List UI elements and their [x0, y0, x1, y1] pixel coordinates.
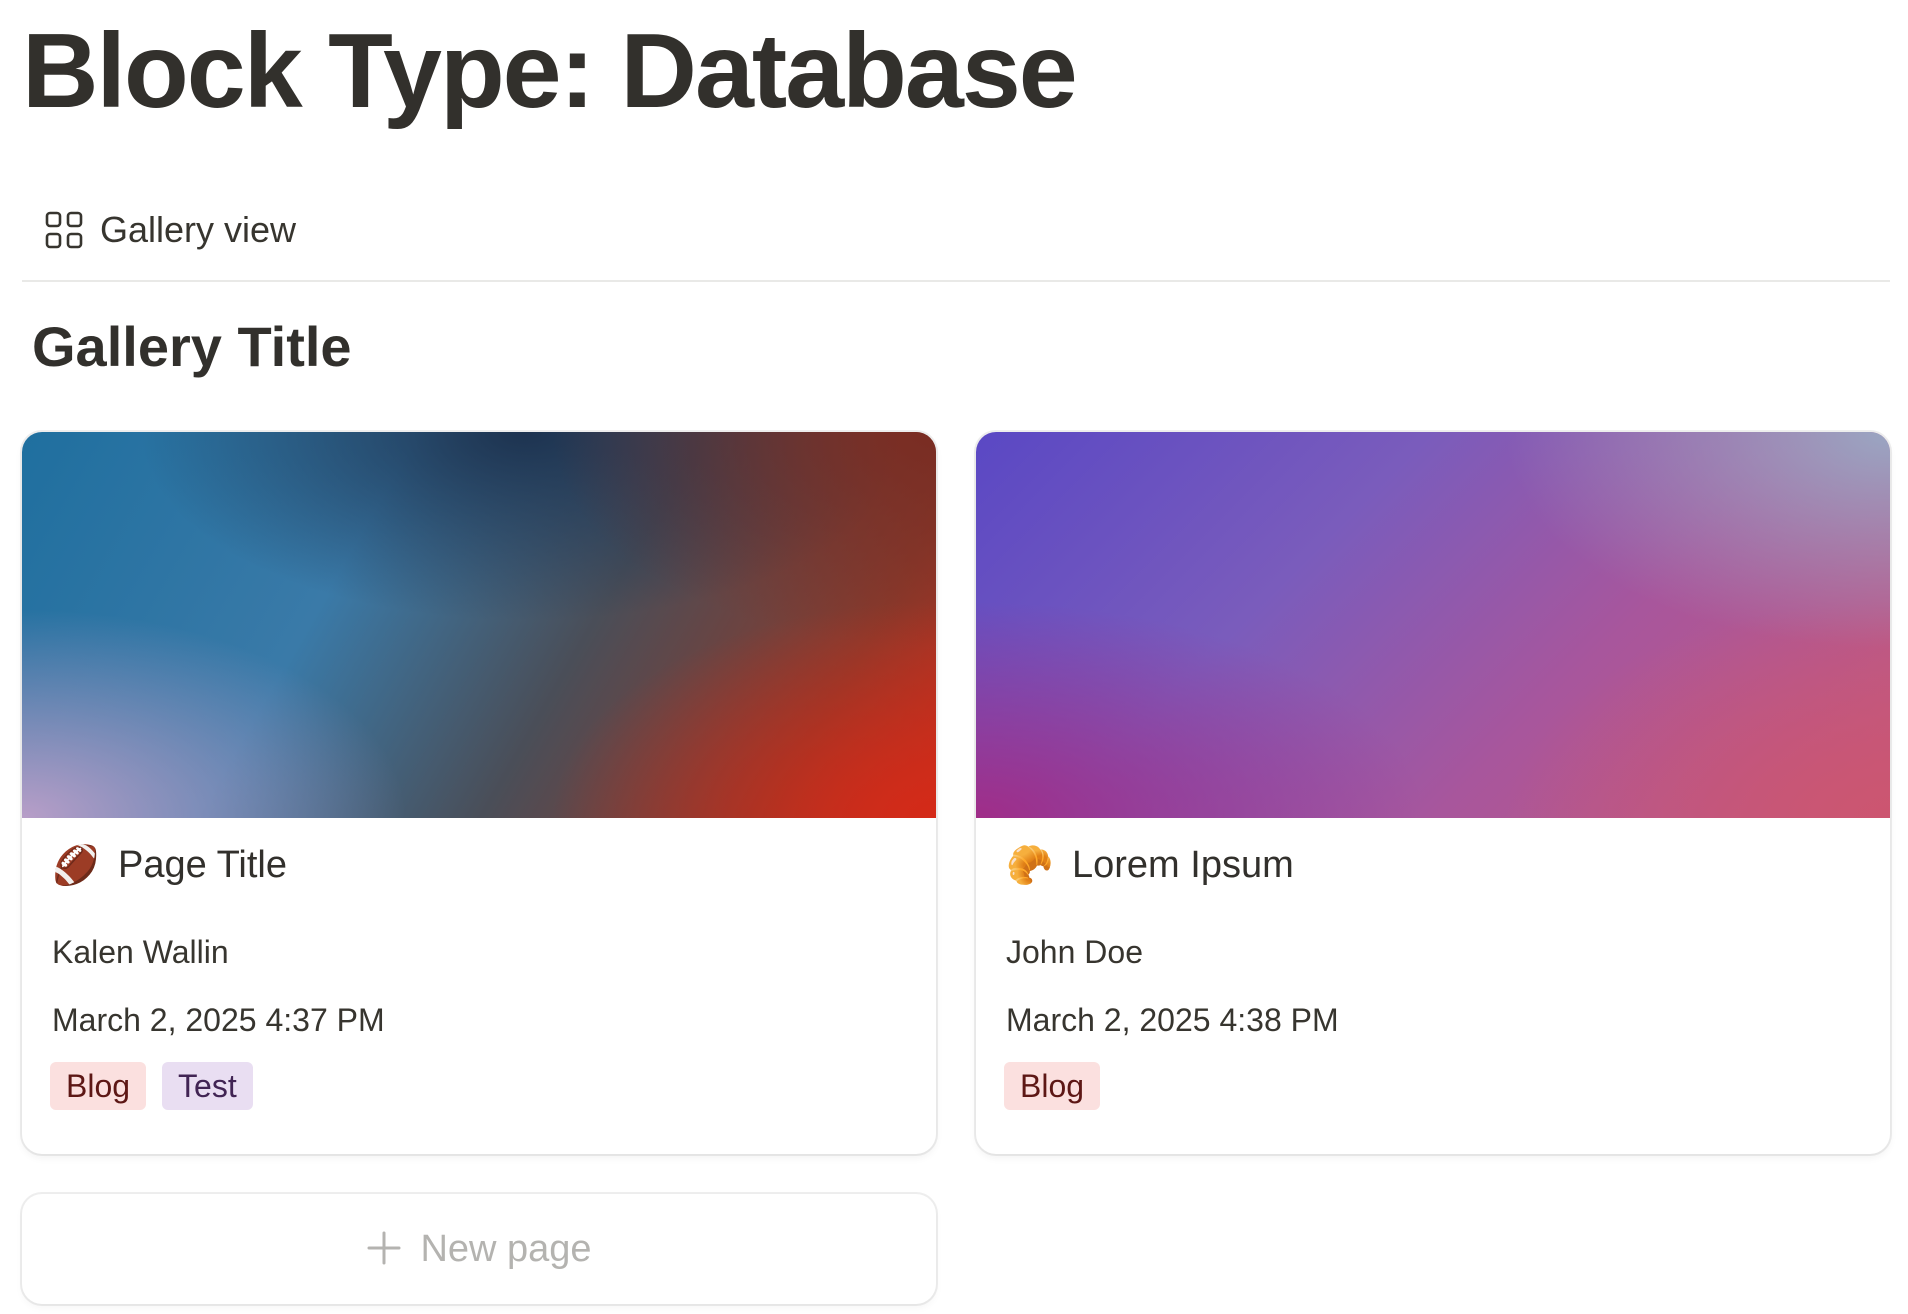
- view-tab-bar: Gallery view: [22, 200, 1890, 282]
- card-cover-image: [22, 432, 936, 818]
- card-title: Lorem Ipsum: [1072, 844, 1294, 886]
- gallery-card[interactable]: 🥐 Lorem Ipsum John Doe March 2, 2025 4:3…: [976, 432, 1890, 1154]
- card-tags: Blog: [1004, 1062, 1101, 1110]
- card-author: Kalen Wallin: [52, 934, 229, 970]
- croissant-icon: 🥐: [1006, 844, 1054, 887]
- card-date: March 2, 2025 4:37 PM: [52, 1002, 385, 1038]
- card-tags: Blog Test: [50, 1062, 253, 1110]
- plus-icon: [366, 1224, 402, 1274]
- card-title-row: 🥐 Lorem Ipsum: [1006, 844, 1294, 887]
- tab-gallery-view-label: Gallery view: [100, 209, 297, 250]
- tab-gallery-view[interactable]: Gallery view: [44, 200, 296, 260]
- tag-blog: Blog: [50, 1062, 147, 1110]
- football-icon: 🏈: [52, 844, 100, 887]
- card-date: March 2, 2025 4:38 PM: [1006, 1002, 1339, 1038]
- page: Block Type: Database Gallery view Galler…: [0, 0, 1908, 1314]
- grid-icon: [44, 210, 84, 250]
- tag-test: Test: [162, 1062, 253, 1110]
- page-title: Block Type: Database: [22, 12, 1078, 130]
- gallery-title: Gallery Title: [32, 315, 352, 378]
- card-author: John Doe: [1006, 934, 1143, 970]
- card-cover-image: [976, 432, 1890, 818]
- card-title-row: 🏈 Page Title: [52, 844, 287, 887]
- new-page-button[interactable]: New page: [22, 1194, 936, 1304]
- tag-blog: Blog: [1004, 1062, 1101, 1110]
- gallery-card[interactable]: 🏈 Page Title Kalen Wallin March 2, 2025 …: [22, 432, 936, 1154]
- card-title: Page Title: [118, 844, 287, 886]
- new-page-label: New page: [420, 1227, 592, 1270]
